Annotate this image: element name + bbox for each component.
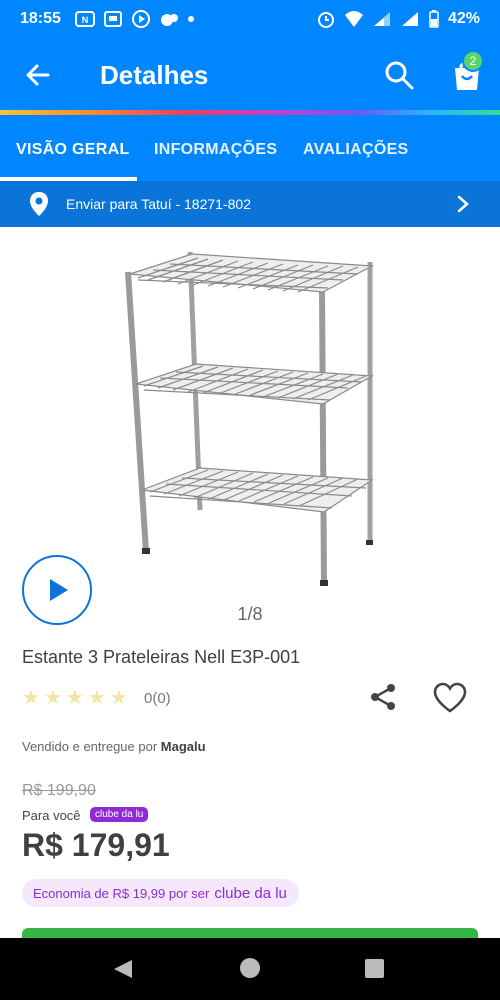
economia-text: Economia de R$ 19,99 por ser [33,885,210,901]
clube-da-lu-logo: clube da lu [214,884,287,902]
shipping-address-bar[interactable]: Enviar para Tatuí - 18271-802 [0,181,500,227]
page-title: Detalhes [100,59,209,90]
share-icon[interactable] [368,682,398,712]
star-icon: ★ [43,687,62,709]
tab-informacoes[interactable]: INFORMAÇÕES [154,141,277,159]
location-pin-icon [30,192,48,216]
star-icon: ★ [109,687,128,709]
signal-icon [401,12,418,26]
seller-name[interactable]: Magalu [161,739,206,754]
nav-recent-apps-icon[interactable] [365,959,384,978]
current-price: R$ 179,91 [22,827,170,863]
star-icon: ★ [87,687,106,709]
search-icon[interactable] [382,58,416,92]
gallery-pager: 1/8 [237,604,263,624]
cart-count-badge: 2 [462,50,484,72]
svg-text:N: N [82,15,89,25]
signal-icon [373,12,390,26]
economia-banner[interactable]: Economia de R$ 19,99 por ser clube da lu [22,879,299,907]
clube-da-lu-badge: clube da lu [90,807,149,822]
dot-icon [187,16,194,22]
status-time: 18:55 [20,10,61,27]
arrow-left-icon [26,64,50,86]
shelf-top [129,253,375,293]
nubank-icon: N [74,11,95,27]
app-bar: Detalhes [0,38,500,112]
shelf-bottom [141,467,374,513]
star-icon: ★ [22,687,40,709]
para-voce-label: Para você [22,808,81,823]
seller-info: Vendido e entregue por Magalu [22,739,206,754]
battery-percent: 42% [447,10,480,27]
battery-icon [429,10,439,28]
star-icon: ★ [65,687,84,709]
shelf-middle [135,363,375,405]
play-icon [131,10,150,28]
old-price: R$ 199,90 [22,782,96,799]
nav-home-icon[interactable] [240,958,260,978]
nav-back-icon[interactable] [112,958,134,980]
tab-visao-geral[interactable]: VISÃO GERAL [16,141,130,159]
product-image[interactable] [108,240,398,592]
play-icon [50,579,68,601]
notification-icons: N [74,10,195,28]
status-bar: 18:55 N 42% [0,0,500,38]
shipping-label: Enviar para Tatuí - 18271-802 [66,196,251,212]
chevron-right-icon [457,195,469,213]
messages-icon [103,11,122,27]
heart-icon[interactable] [432,682,468,714]
system-nav-bar [0,938,500,1000]
rating-count: 0(0) [144,690,171,707]
whatsapp-icon [160,14,178,26]
rating-stars[interactable]: ★ ★ ★ ★ ★ [22,688,128,708]
seller-prefix: Vendido e entregue por [22,739,158,754]
tab-bar: VISÃO GERAL INFORMAÇÕES AVALIAÇÕES [0,115,500,181]
alarm-icon [317,12,334,28]
wifi-icon [344,11,363,27]
status-right: 42% [316,10,480,28]
product-title: Estante 3 Prateleiras Nell E3P-001 [22,647,301,667]
tab-avaliacoes[interactable]: AVALIAÇÕES [303,141,409,159]
back-button[interactable] [20,57,56,93]
